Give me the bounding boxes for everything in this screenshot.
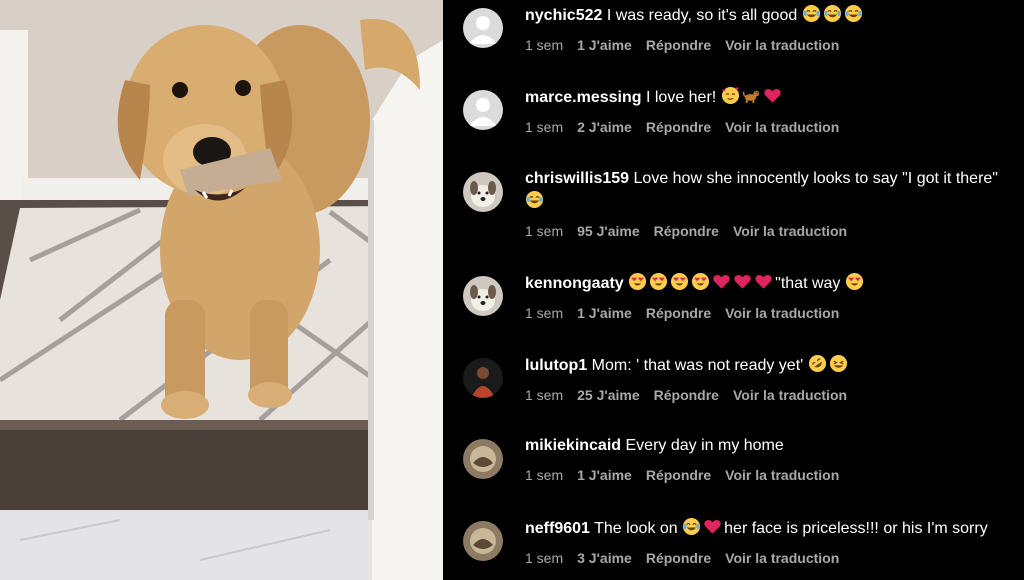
avatar[interactable]: [463, 90, 503, 130]
see-translation-button[interactable]: Voir la traduction: [725, 37, 839, 53]
comment-body: kennongaaty "that way 1 sem 1 J'aime Répon…: [525, 272, 1010, 322]
laughing-tears-icon: [844, 4, 863, 23]
heart-eyes-icon: [845, 272, 864, 291]
comment-body: lulutop1 Mom: ' that was not ready yet' …: [525, 354, 1010, 404]
likes-count[interactable]: 1 J'aime: [577, 467, 632, 483]
comment-text: "that way: [775, 275, 841, 292]
likes-count[interactable]: 2 J'aime: [577, 119, 632, 135]
comment-time: 1 sem: [525, 387, 564, 403]
comment-username[interactable]: mikiekincaid: [525, 437, 621, 454]
see-translation-button[interactable]: Voir la traduction: [733, 387, 847, 403]
comment-meta: 1 sem 1 J'aime Répondre Voir la traduction: [525, 304, 1010, 322]
grinning-icon: [829, 354, 848, 373]
reply-button[interactable]: Répondre: [654, 387, 719, 403]
reply-button[interactable]: Répondre: [646, 119, 711, 135]
reply-button[interactable]: Répondre: [654, 223, 719, 239]
comment-time: 1 sem: [525, 119, 564, 135]
comment-username[interactable]: kennongaaty: [525, 275, 624, 292]
comment-username[interactable]: nychic522: [525, 7, 602, 24]
comment-text: Every day in my home: [625, 437, 784, 454]
comment-text-line: chriswillis159 Love how she innocently l…: [525, 168, 1010, 213]
comment-text: Mom: ' that was not ready yet': [591, 357, 804, 374]
comment-meta: 1 sem 95 J'aime Répondre Voir la traduction: [525, 222, 1010, 240]
laughing-tears-icon: [525, 190, 544, 209]
comment-time: 1 sem: [525, 305, 564, 321]
see-translation-button[interactable]: Voir la traduction: [733, 223, 847, 239]
comment-text: I was ready, so it's all good: [606, 7, 798, 24]
laughing-tears-icon: [823, 4, 842, 23]
likes-count[interactable]: 3 J'aime: [577, 550, 632, 566]
comment-text-line: kennongaaty "that way: [525, 272, 1010, 295]
comment-username[interactable]: marce.messing: [525, 89, 642, 106]
avatar[interactable]: [463, 172, 503, 212]
comment-username[interactable]: chriswillis159: [525, 170, 629, 187]
see-translation-button[interactable]: Voir la traduction: [725, 305, 839, 321]
likes-count[interactable]: 1 J'aime: [577, 305, 632, 321]
red-heart-icon: [763, 86, 782, 105]
avatar[interactable]: [463, 8, 503, 48]
comment-text-start: The look on: [594, 520, 678, 537]
comment-body: neff9601 The look on her face is pricele…: [525, 517, 1010, 567]
comment-text-line: lulutop1 Mom: ' that was not ready yet': [525, 354, 1010, 377]
post-photo: [0, 0, 443, 580]
smiling-hearts-icon: [721, 86, 740, 105]
reply-button[interactable]: Répondre: [646, 550, 711, 566]
comment-text-line: marce.messing I love her!: [525, 86, 1010, 109]
likes-count[interactable]: 95 J'aime: [577, 223, 640, 239]
comment-time: 1 sem: [525, 223, 564, 239]
avatar[interactable]: [463, 276, 503, 316]
heart-eyes-icon: [691, 272, 710, 291]
comment-body: nychic522 I was ready, so it's all good …: [525, 4, 1010, 54]
reply-button[interactable]: Répondre: [646, 37, 711, 53]
comment-text-line: mikiekincaid Every day in my home: [525, 435, 1010, 457]
comments-panel: nychic522 I was ready, so it's all good …: [443, 0, 1024, 580]
laughing-tears-icon: [802, 4, 821, 23]
likes-count[interactable]: 25 J'aime: [577, 387, 640, 403]
red-heart-icon: [712, 272, 731, 291]
comment-body: mikiekincaid Every day in my home 1 sem 1…: [525, 435, 1010, 484]
comment-meta: 1 sem 1 J'aime Répondre Voir la traduction: [525, 466, 1010, 484]
comment-username[interactable]: neff9601: [525, 520, 590, 537]
dog-photo: [0, 0, 443, 580]
heart-eyes-icon: [628, 272, 647, 291]
comment-time: 1 sem: [525, 37, 564, 53]
comment-body: marce.messing I love her! 1 sem 2 J'aime R…: [525, 86, 1010, 136]
comment-text-line: nychic522 I was ready, so it's all good: [525, 4, 1010, 27]
heart-eyes-icon: [649, 272, 668, 291]
heart-eyes-icon: [670, 272, 689, 291]
red-heart-icon: [754, 272, 773, 291]
reply-button[interactable]: Répondre: [646, 305, 711, 321]
see-translation-button[interactable]: Voir la traduction: [725, 550, 839, 566]
comment-meta: 1 sem 2 J'aime Répondre Voir la traduction: [525, 118, 1010, 136]
comment-meta: 1 sem 25 J'aime Répondre Voir la traduction: [525, 386, 1010, 404]
comment-text: her face is priceless!!! or his I'm sorr…: [724, 520, 988, 537]
comment-text-line: neff9601 The look on her face is pricele…: [525, 517, 1010, 540]
avatar[interactable]: [463, 358, 503, 398]
dog-icon: [742, 86, 761, 105]
comment-time: 1 sem: [525, 467, 564, 483]
comment-time: 1 sem: [525, 550, 564, 566]
rofl-icon: [808, 354, 827, 373]
comment-username[interactable]: lulutop1: [525, 357, 587, 374]
see-translation-button[interactable]: Voir la traduction: [725, 119, 839, 135]
red-heart-icon: [733, 272, 752, 291]
comment-meta: 1 sem 3 J'aime Répondre Voir la traduction: [525, 549, 1010, 567]
comment-text: Love how she innocently looks to say "I …: [633, 170, 998, 187]
red-heart-icon: [703, 517, 722, 536]
reply-button[interactable]: Répondre: [646, 467, 711, 483]
comment-body: chriswillis159 Love how she innocently l…: [525, 168, 1010, 240]
comment-meta: 1 sem 1 J'aime Répondre Voir la traduction: [525, 36, 1010, 54]
avatar[interactable]: [463, 521, 503, 561]
comment-text: I love her!: [645, 89, 717, 106]
see-translation-button[interactable]: Voir la traduction: [725, 467, 839, 483]
likes-count[interactable]: 1 J'aime: [577, 37, 632, 53]
laughing-tears-icon: [682, 517, 701, 536]
avatar[interactable]: [463, 439, 503, 479]
